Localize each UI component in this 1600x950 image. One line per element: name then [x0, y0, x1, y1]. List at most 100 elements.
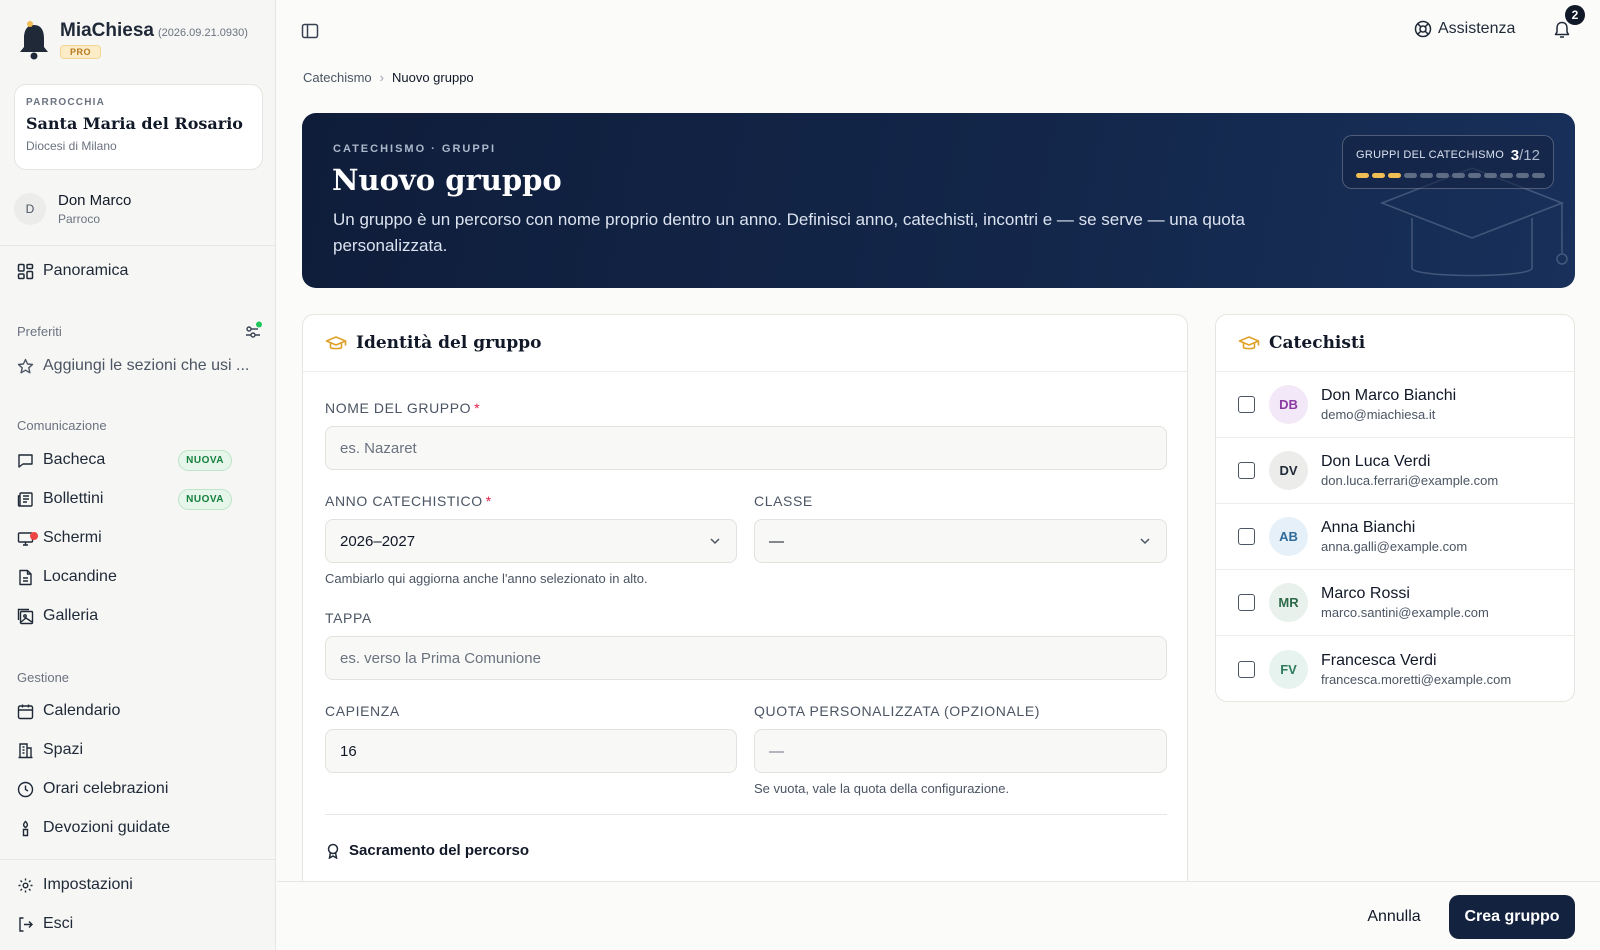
calendar-icon [17, 704, 34, 719]
catechist-row[interactable]: AB Anna Bianchi anna.galli@example.com [1216, 504, 1574, 570]
parish-kicker: PARROCCHIA [26, 97, 106, 108]
catechist-checkbox[interactable] [1238, 462, 1255, 479]
customize-favorites-icon[interactable] [244, 321, 264, 341]
catechist-checkbox[interactable] [1238, 594, 1255, 611]
create-group-button[interactable]: Crea gruppo [1449, 895, 1575, 939]
breadcrumb: Catechismo › Nuovo gruppo [303, 70, 474, 85]
page-description: Un gruppo è un percorso con nome proprio… [333, 210, 1245, 255]
nav-item-bollettini[interactable]: Bollettini NUOVA [17, 485, 262, 513]
quota-hint: Se vuota, vale la quota della configuraz… [754, 781, 1010, 796]
catechist-checkbox[interactable] [1238, 528, 1255, 545]
sidebar-toggle-icon[interactable] [300, 21, 320, 41]
new-badge: NUOVA [178, 488, 232, 510]
quota-progress-segment [1452, 173, 1465, 178]
chevron-down-icon [1140, 538, 1150, 545]
nav-label: Aggiungi le sezioni che usi ... [43, 357, 250, 374]
stage-input[interactable]: es. verso la Prima Comunione [325, 636, 1167, 680]
sidebar: MiaChiesa (2026.09.21.0930) PRO PARROCCHI… [0, 0, 276, 950]
screen-icon-wrap [17, 530, 38, 547]
quota-progress [1356, 173, 1545, 178]
group-quota-counter: GRUPPI DEL CATECHISMO 3/12 [1342, 135, 1554, 189]
gallery-icon [17, 608, 34, 624]
nav-item-spazi[interactable]: Spazi [17, 736, 262, 764]
user-profile[interactable]: D Don Marco Parroco [14, 192, 131, 226]
group-name-label: NOME DEL GRUPPO * [325, 400, 481, 416]
sacrament-section-title: Sacramento del percorso [325, 842, 529, 859]
nav-item-orari[interactable]: Orari celebrazioni [17, 775, 262, 803]
nav-item-devozioni[interactable]: Devozioni guidate [17, 814, 262, 842]
chevron-right-icon: › [379, 70, 384, 85]
page-hero: CATECHISMO · GRUPPI Nuovo gruppo Un grup… [302, 113, 1575, 288]
breadcrumb-parent[interactable]: Catechismo [303, 70, 372, 85]
catechist-checkbox[interactable] [1238, 660, 1255, 678]
quota-progress-segment [1484, 173, 1497, 178]
catechist-name: Marco Rossi [1321, 585, 1410, 602]
avatar: MR [1269, 583, 1308, 622]
nav-item-galleria[interactable]: Galleria [17, 602, 262, 630]
nav-label: Orari celebrazioni [43, 780, 169, 797]
nav-item-esci[interactable]: Esci [17, 910, 262, 938]
required-marker: * [485, 493, 492, 509]
card-header: Identità del gruppo [303, 315, 1187, 372]
cancel-button[interactable]: Annulla [1354, 895, 1434, 939]
nav-item-panoramica[interactable]: Panoramica [17, 257, 262, 285]
nav-item-bacheca[interactable]: Bacheca NUOVA [17, 446, 262, 474]
catechist-row[interactable]: MR Marco Rossi marco.santini@example.com [1216, 570, 1574, 636]
graduation-cap-icon [1238, 336, 1260, 350]
group-name-input[interactable]: es. Nazaret [325, 426, 1167, 470]
avatar: AB [1269, 517, 1308, 556]
poster-icon [19, 569, 32, 585]
stage-label: TAPPA [325, 610, 372, 626]
nav-item-calendario[interactable]: Calendario [17, 697, 262, 725]
nav-label: Devozioni guidate [43, 819, 171, 836]
notification-count-badge: 2 [1565, 5, 1585, 25]
nav-item-schermi[interactable]: Schermi [17, 524, 262, 552]
quota-progress-segment [1532, 173, 1545, 178]
page-title: Nuovo gruppo [332, 163, 562, 197]
avatar: FV [1269, 649, 1308, 689]
required-marker: * [474, 400, 481, 416]
nav-item-add-favorites[interactable]: Aggiungi le sezioni che usi ... [17, 352, 262, 380]
parish-name: Santa Maria del Rosario [26, 114, 243, 133]
quota-progress-segment [1516, 173, 1529, 178]
new-badge: NUOVA [178, 449, 232, 471]
pro-badge: PRO [60, 45, 102, 59]
quota-input[interactable]: — [754, 729, 1167, 773]
brand[interactable]: MiaChiesa (2026.09.21.0930) PRO [16, 20, 248, 62]
parish-card[interactable]: PARROCCHIA Santa Maria del Rosario Dioce… [14, 84, 263, 170]
nav-label: Galleria [43, 607, 99, 624]
star-icon [17, 358, 34, 373]
card-title: Catechisti [1269, 333, 1366, 353]
nav-item-locandine[interactable]: Locandine [17, 563, 262, 591]
logout-icon [19, 916, 33, 932]
nav-group-favorites: Preferiti [17, 324, 62, 339]
nav-label: Impostazioni [43, 876, 133, 893]
help-label: Assistenza [1438, 20, 1516, 37]
card-title: Identità del gruppo [356, 333, 542, 353]
catechist-row[interactable]: DB Don Marco Bianchi demo@miachiesa.it [1216, 372, 1574, 438]
sidebar-divider [0, 859, 276, 860]
nav-group-management: Gestione [17, 670, 70, 685]
quota-progress-segment [1468, 173, 1481, 178]
alert-dot [30, 531, 38, 540]
year-select[interactable]: 2026–2027 [325, 519, 737, 563]
catechist-info: Don Luca Verdi don.luca.ferrari@example.c… [1321, 453, 1498, 488]
catechist-checkbox[interactable] [1238, 396, 1255, 413]
user-role: Parroco [58, 212, 101, 226]
message-icon [18, 453, 33, 468]
class-label: CLASSE [754, 493, 813, 509]
capacity-input[interactable]: 16 [325, 729, 737, 773]
class-select[interactable]: — [754, 519, 1167, 563]
gear-icon [18, 878, 33, 892]
nav-label: Schermi [43, 529, 102, 546]
catechist-name: Don Marco Bianchi [1321, 387, 1457, 404]
help-button[interactable]: Assistenza [1414, 20, 1515, 38]
nav-group-communication: Comunicazione [17, 418, 107, 433]
catechist-row[interactable]: DV Don Luca Verdi don.luca.ferrari@example… [1216, 438, 1574, 504]
catechist-email: francesca.moretti@example.com [1321, 671, 1512, 687]
nav-item-impostazioni[interactable]: Impostazioni [17, 871, 262, 899]
nav-label: Locandine [43, 568, 117, 585]
catechist-row[interactable]: FV Francesca Verdi francesca.moretti@examp… [1216, 636, 1574, 702]
newspaper-icon [17, 491, 33, 507]
quota-progress-segment [1500, 173, 1513, 178]
